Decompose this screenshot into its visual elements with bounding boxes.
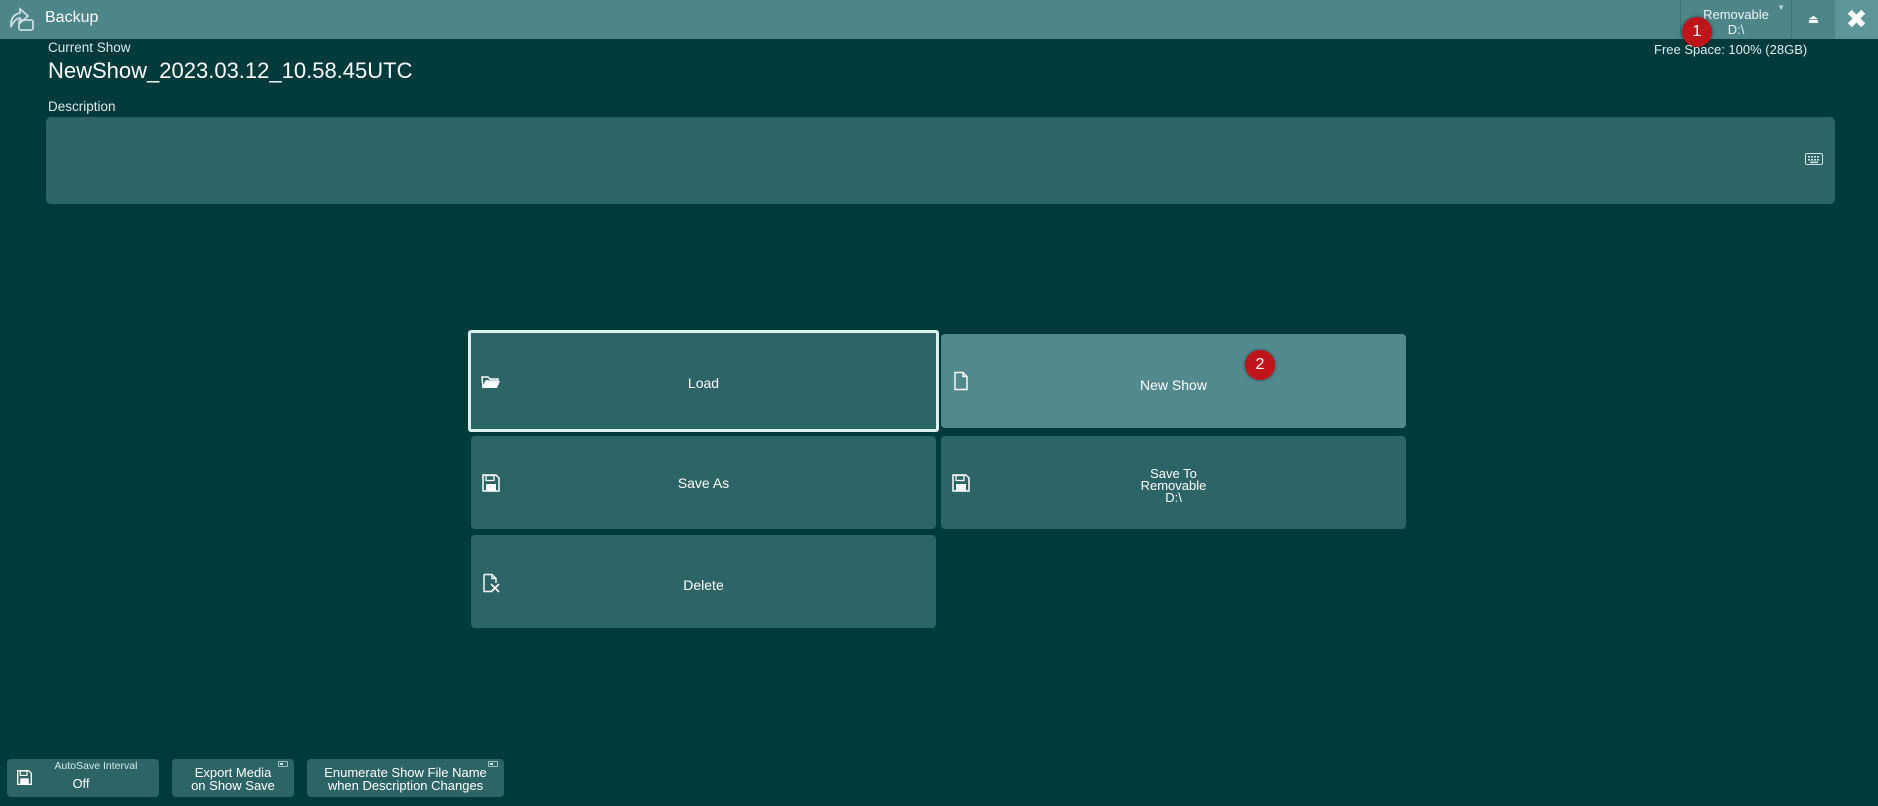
save-as-button[interactable]: Save As (471, 436, 936, 529)
save-as-button-label: Save As (677, 475, 730, 491)
autosave-interval-label: AutoSave Interval (54, 760, 138, 772)
autosave-interval-value: Off (72, 776, 90, 791)
enumerate-show-file-name-toggle[interactable]: Enumerate Show File Name when Descriptio… (307, 759, 504, 797)
close-icon: ✖ (1845, 4, 1868, 34)
chevron-down-icon: ▼ (1777, 3, 1785, 12)
title-bar (0, 0, 1878, 39)
toggle-indicator-icon (488, 761, 498, 767)
enumerate-line2: when Description Changes (327, 778, 484, 793)
autosave-interval-button[interactable]: AutoSave Interval Off (7, 759, 159, 797)
toggle-indicator-icon (278, 761, 288, 767)
new-show-button-label: New Show (1140, 377, 1207, 393)
save-to-removable-button[interactable]: Save To Removable D:\ (941, 436, 1406, 529)
description-label: Description (48, 99, 116, 114)
close-button[interactable]: ✖ (1835, 0, 1878, 39)
backup-app-icon (10, 7, 34, 31)
window-title: Backup (45, 9, 99, 26)
free-space-text: Free Space: 100% (28GB) (1654, 42, 1808, 57)
keyboard-icon[interactable] (1805, 153, 1823, 165)
current-show-name: NewShow_2023.03.12_10.58.45UTC (48, 58, 413, 83)
floppy-disk-icon (17, 770, 32, 785)
eject-icon: ⏏ (1807, 12, 1820, 26)
delete-button-label: Delete (683, 577, 724, 593)
delete-button[interactable]: Delete (471, 535, 936, 628)
load-button[interactable]: Load (468, 330, 939, 432)
annotation-badge-2: 2 (1245, 350, 1275, 380)
save-to-line3: D:\ (1165, 490, 1182, 505)
export-media-toggle[interactable]: Export Media on Show Save (172, 759, 294, 797)
current-show-label: Current Show (48, 40, 131, 55)
eject-button[interactable]: ⏏ (1791, 0, 1835, 39)
export-media-line2: on Show Save (191, 778, 275, 793)
new-show-button[interactable]: New Show (941, 334, 1406, 428)
description-field[interactable] (46, 117, 1835, 204)
load-button-label: Load (687, 375, 720, 391)
